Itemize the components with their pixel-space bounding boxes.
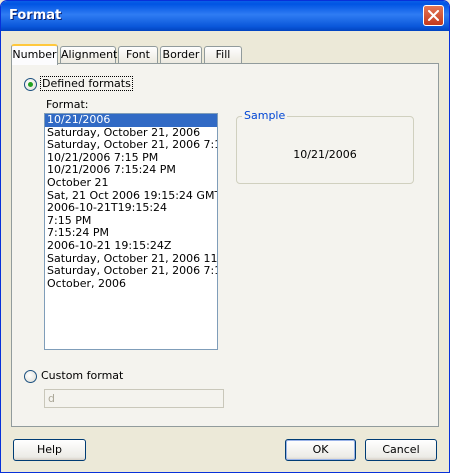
title-bar[interactable]: Format [1,1,449,31]
defined-formats-label[interactable]: Defined formats [40,76,133,91]
format-list-item[interactable]: 10/21/2006 [45,114,217,127]
close-button[interactable] [423,5,444,26]
close-icon [428,10,439,21]
cancel-button[interactable]: Cancel [365,439,437,461]
custom-format-label[interactable]: Custom format [41,369,123,382]
format-dialog: Format Number Alignment Font Border Fill… [0,0,450,473]
ok-button[interactable]: OK [285,439,356,461]
format-listbox[interactable]: 10/21/2006 Saturday, October 21, 2006 Satu… [44,113,218,350]
defined-formats-radio[interactable] [24,78,37,91]
tab-number[interactable]: Number [11,44,58,65]
format-list-label: Format: [46,98,89,111]
tab-border[interactable]: Border [160,46,202,63]
custom-format-radio[interactable] [24,370,37,383]
format-list-item[interactable]: October 21 [45,176,217,190]
format-list-item[interactable]: 2006-10-21 19:15:24Z [45,239,217,253]
radio-selected-dot [28,82,33,87]
tab-fill[interactable]: Fill [204,46,242,63]
window-title: Format [9,8,62,23]
sample-title: Sample [242,109,288,122]
sample-value: 10/21/2006 [293,148,357,161]
custom-format-input[interactable]: d [44,389,224,408]
tab-font[interactable]: Font [118,46,158,63]
format-list-item[interactable]: Saturday, October 21, 2006 7:15:24 PM [45,265,217,278]
format-list-item[interactable]: October, 2006 [45,277,217,291]
format-list-item[interactable]: Saturday, October 21, 2006 7:15 PM [45,139,217,152]
tab-alignment[interactable]: Alignment [60,46,117,63]
help-button[interactable]: Help [13,439,86,461]
format-list-item[interactable]: 2006-10-21T19:15:24 [45,202,217,215]
sample-groupbox: Sample 10/21/2006 [236,109,414,184]
